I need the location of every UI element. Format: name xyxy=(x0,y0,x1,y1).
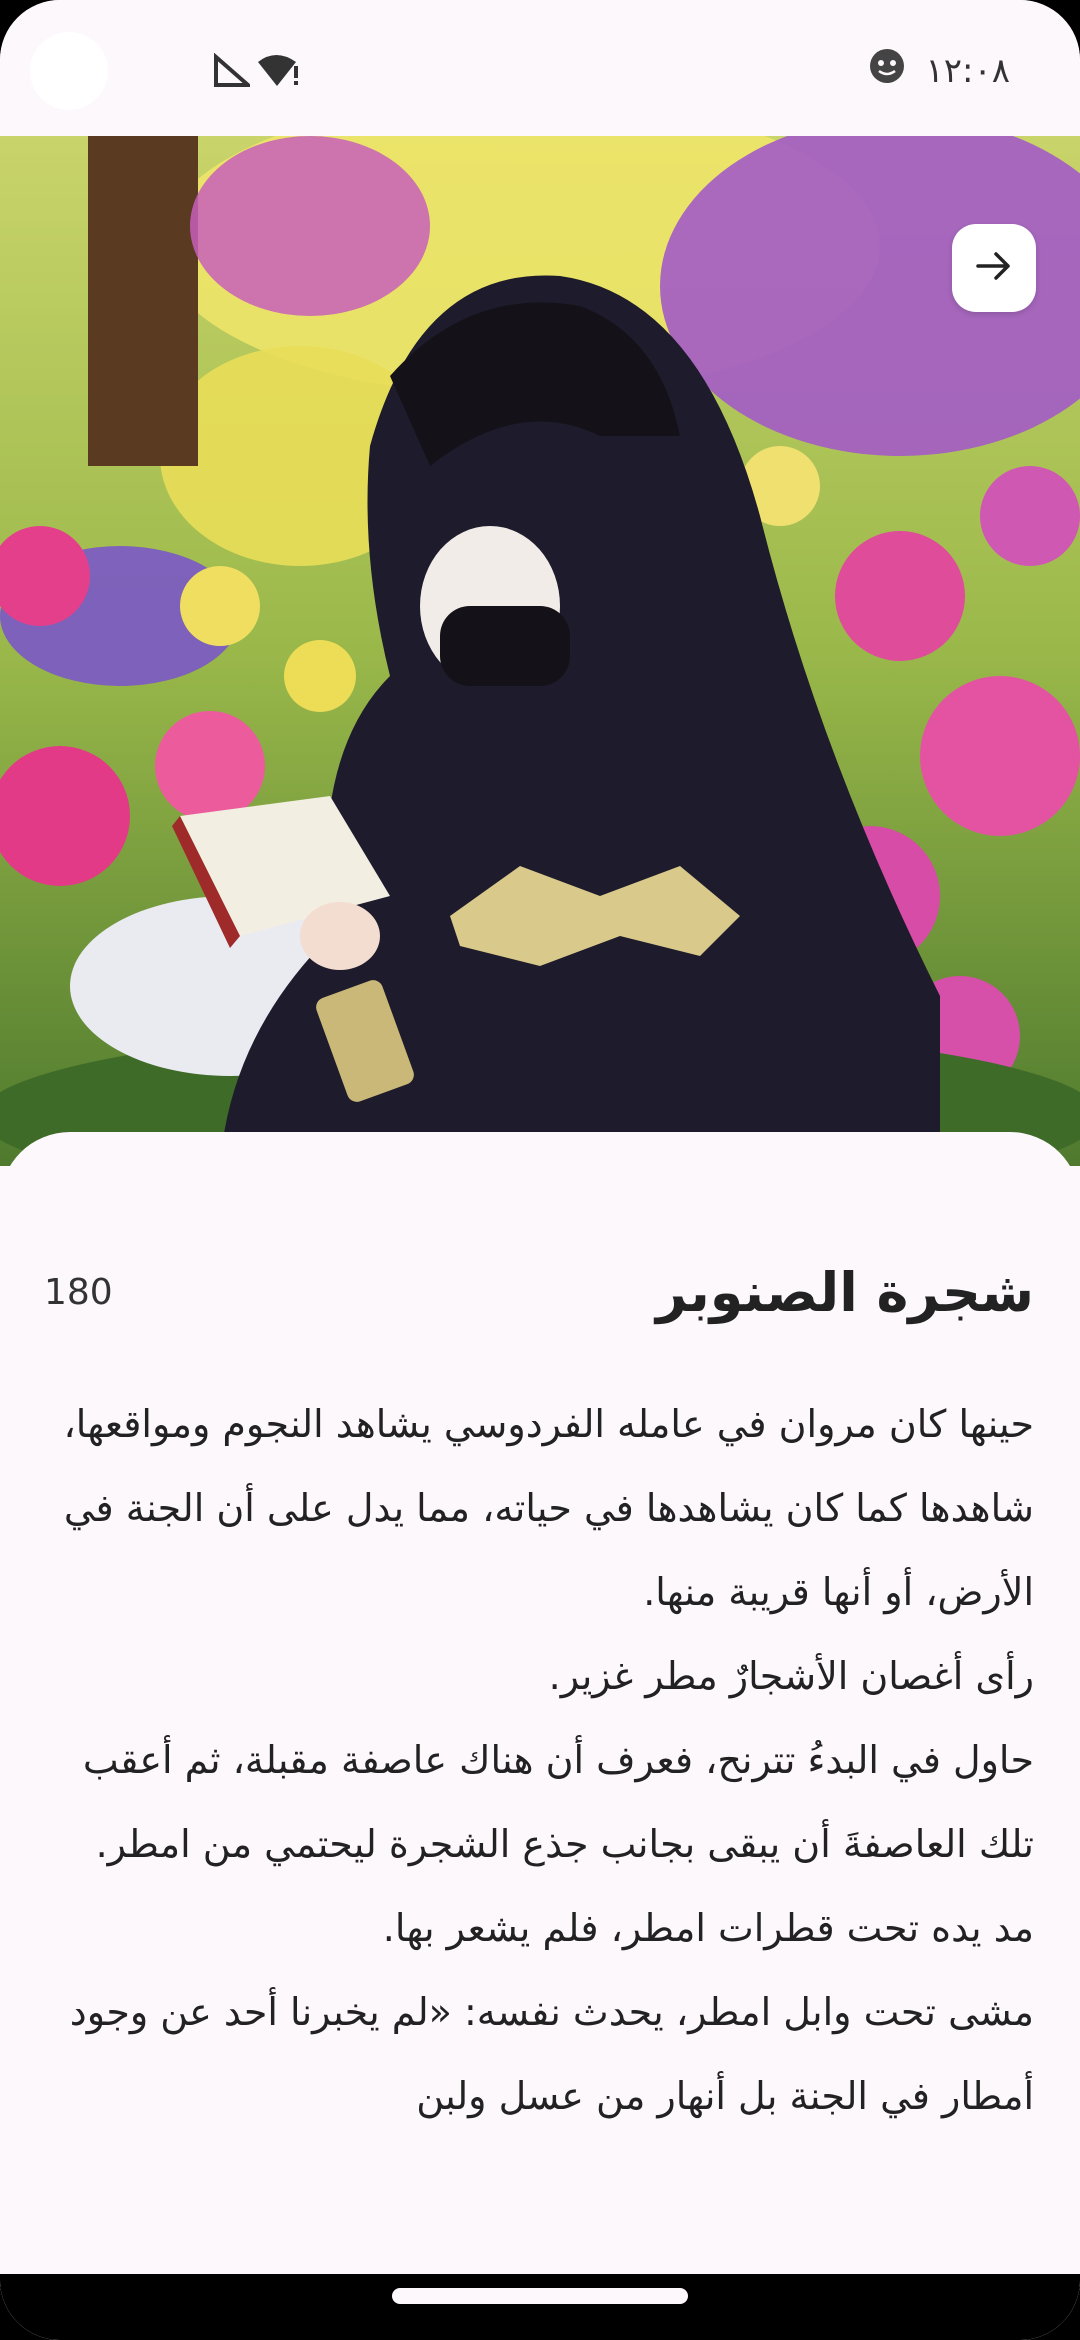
status-time: ١٢:٠٨ xyxy=(925,50,1010,91)
signal-icon xyxy=(214,52,254,91)
paragraph: حاول في البدءُ تترنح، فعرف أن هناك عاصفة… xyxy=(82,1738,1034,1866)
status-bar: ١٢:٠٨ xyxy=(0,0,1080,136)
status-left-icons xyxy=(214,52,300,92)
story-title: شجرة الصنوبر xyxy=(655,1260,1034,1324)
face-icon xyxy=(869,48,905,93)
screen: ١٢:٠٨ 180 شجرة الصنوبر حينها كان مروان ف… xyxy=(0,0,1080,2340)
paragraph: رأى أغصان الأشجارٌ مطر غزير. xyxy=(548,1654,1034,1698)
arrow-right-icon xyxy=(974,246,1014,290)
navigation-bar xyxy=(0,2274,1080,2340)
title-row: 180 شجرة الصنوبر xyxy=(44,1242,1034,1342)
story-body: حينها كان مروان في عامله الفردوسي يشاهد … xyxy=(60,1382,1034,2138)
camera-cutout xyxy=(30,32,108,110)
paragraph: حينها كان مروان في عامله الفردوسي يشاهد … xyxy=(63,1402,1034,1614)
home-indicator[interactable] xyxy=(392,2288,688,2304)
story-sheet: 180 شجرة الصنوبر حينها كان مروان في عامل… xyxy=(0,1132,1080,2340)
wifi-alert-icon xyxy=(256,52,300,92)
story-count: 180 xyxy=(44,1271,113,1313)
back-button[interactable] xyxy=(952,224,1036,312)
paragraph: مد يده تحت قطرات امطر، فلم يشعر بها. xyxy=(382,1906,1034,1950)
status-right: ١٢:٠٨ xyxy=(869,48,1010,93)
paragraph: مشى تحت وابل امطر، يحدث نفسه: «لم يخبرنا… xyxy=(69,1990,1034,2118)
hero-illustration xyxy=(0,136,1080,1166)
